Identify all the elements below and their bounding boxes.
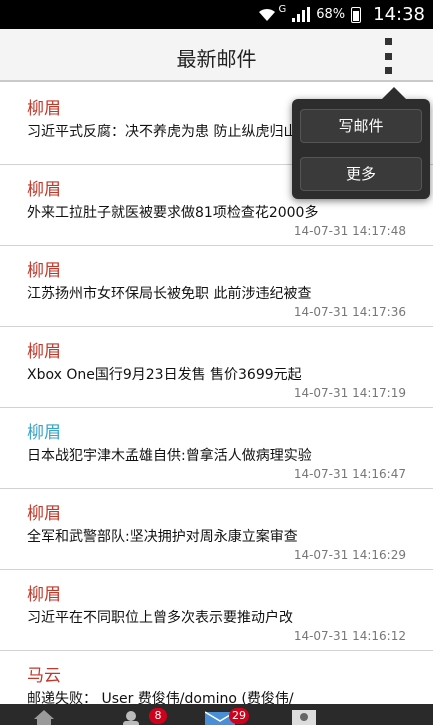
mail-sender: 柳眉 xyxy=(27,180,61,200)
home-icon[interactable] xyxy=(34,710,54,725)
mail-subject: 全军和武警部队:坚决拥护对周永康立案审查 xyxy=(27,529,298,545)
mail-list-item[interactable]: 马云邮递失败： User 费俊伟/domino (费俊伟/ xyxy=(0,651,433,704)
page-title: 最新邮件 xyxy=(176,47,257,71)
compose-mail-menu-item[interactable]: 写邮件 xyxy=(300,109,422,143)
mail-timestamp: 14-07-31 14:17:19 xyxy=(293,386,406,400)
mail-timestamp: 14-07-31 14:16:29 xyxy=(293,548,406,562)
mail-sender: 柳眉 xyxy=(27,342,61,362)
mail-timestamp: 14-07-31 14:17:36 xyxy=(293,305,406,319)
mail-badge: 29 xyxy=(229,708,249,724)
mail-list-item[interactable]: 柳眉全军和武警部队:坚决拥护对周永康立案审查 14-07-31 14:16:29 xyxy=(0,489,433,570)
mail-timestamp: 14-07-31 14:17:48 xyxy=(293,224,406,238)
mail-subject: 邮递失败： User 费俊伟/domino (费俊伟/ xyxy=(27,691,294,704)
app-header: 最新邮件 xyxy=(0,29,433,82)
mail-list-item[interactable]: 柳眉日本战犯宇津木孟雄自供:曾拿活人做病理实验 14-07-31 14:16:47 xyxy=(0,408,433,489)
mail-subject: 习近平在不同职位上曾多次表示要推动户改 xyxy=(27,610,293,626)
contacts-badge: 8 xyxy=(149,708,167,724)
mail-sender: 柳眉 xyxy=(27,585,61,605)
clock: 14:38 xyxy=(373,4,425,25)
mail-sender: 柳眉 xyxy=(27,99,61,119)
signal-icon xyxy=(292,7,311,22)
mail-sender: 柳眉 xyxy=(27,423,61,443)
bottom-navigation: 8 29 xyxy=(0,704,433,725)
contacts-icon[interactable] xyxy=(120,710,142,725)
mail-subject: 外来工拉肚子就医被要求做81项检查花2000多 xyxy=(27,205,319,221)
overflow-popup-menu: 写邮件 更多 xyxy=(292,87,430,199)
mail-list-item[interactable]: 柳眉 Xbox One国行9月23日发售 售价3699元起 14-07-31 14:… xyxy=(0,327,433,408)
battery-percent: 68% xyxy=(316,7,346,22)
mail-subject: 日本战犯宇津木孟雄自供:曾拿活人做病理实验 xyxy=(27,448,312,464)
overflow-menu-icon[interactable] xyxy=(380,38,396,74)
network-type: G xyxy=(278,4,287,15)
status-bar: G 68% 14:38 xyxy=(0,0,433,29)
mail-timestamp: 14-07-31 14:16:12 xyxy=(293,629,406,643)
mail-list-item[interactable]: 柳眉江苏扬州市女环保局长被免职 此前涉违纪被查 14-07-31 14:17:36 xyxy=(0,246,433,327)
wifi-icon xyxy=(258,8,276,22)
more-menu-item[interactable]: 更多 xyxy=(300,157,422,191)
mail-sender: 柳眉 xyxy=(27,261,61,281)
mail-subject: Xbox One国行9月23日发售 售价3699元起 xyxy=(27,367,302,383)
popup-arrow xyxy=(382,87,406,99)
mail-sender: 马云 xyxy=(27,666,61,686)
mail-list-item[interactable]: 柳眉习近平在不同职位上曾多次表示要推动户改 14-07-31 14:16:12 xyxy=(0,570,433,651)
mail-subject: 江苏扬州市女环保局长被免职 此前涉违纪被查 xyxy=(27,286,312,302)
battery-icon xyxy=(351,6,362,23)
mail-timestamp: 14-07-31 14:16:47 xyxy=(293,467,406,481)
profile-icon[interactable] xyxy=(292,710,316,725)
mail-sender: 柳眉 xyxy=(27,504,61,524)
